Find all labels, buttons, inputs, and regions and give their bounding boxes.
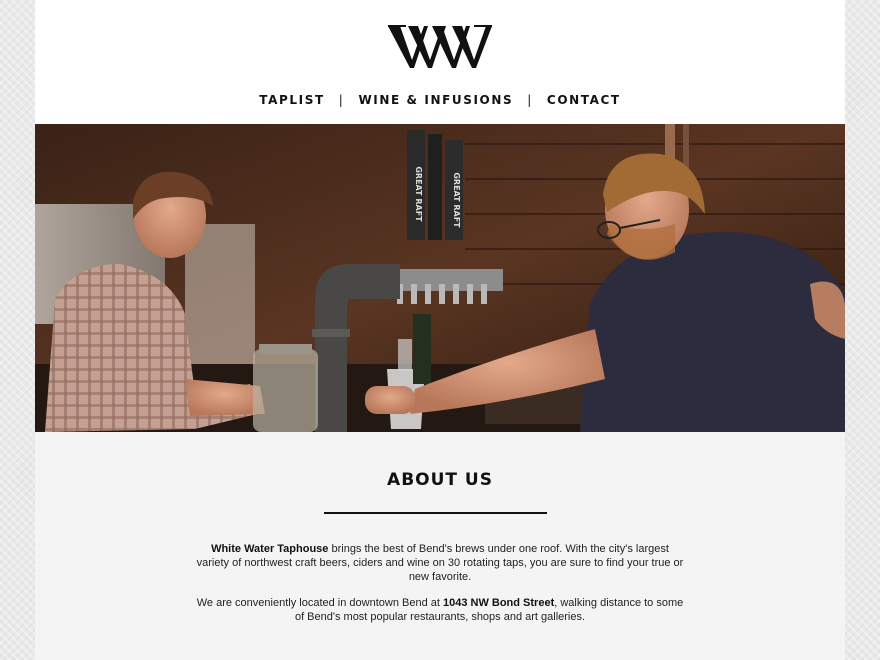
divider	[324, 512, 547, 514]
nav-wine-infusions[interactable]: WINE & INFUSIONS	[358, 93, 513, 107]
about-section: ABOUT US White Water Taphouse brings the…	[35, 432, 845, 660]
site-header: TAPLIST | WINE & INFUSIONS | CONTACT	[35, 0, 845, 124]
business-name: White Water Taphouse	[211, 543, 329, 555]
page: TAPLIST | WINE & INFUSIONS | CONTACT GRE…	[35, 0, 845, 660]
nav-separator: |	[527, 93, 533, 107]
main-nav: TAPLIST | WINE & INFUSIONS | CONTACT	[35, 93, 845, 107]
nav-separator: |	[338, 93, 345, 107]
hero-image: GREAT RAFT GREAT RAFT	[35, 124, 845, 432]
tap-handle-label: GREAT RAFT	[452, 172, 461, 228]
logo[interactable]	[388, 20, 492, 70]
nav-contact[interactable]: CONTACT	[547, 93, 621, 107]
about-paragraph-2: We are conveniently located in downtown …	[196, 597, 684, 623]
address: 1043 NW Bond Street	[442, 597, 555, 609]
about-paragraph-1: White Water Taphouse brings the best of …	[196, 543, 684, 583]
about-heading: ABOUT US	[387, 470, 493, 490]
about-copy: White Water Taphouse brings the best of …	[195, 542, 685, 636]
tap-handle-label: GREAT RAFT	[414, 166, 423, 222]
nav-taplist[interactable]: TAPLIST	[259, 93, 324, 107]
